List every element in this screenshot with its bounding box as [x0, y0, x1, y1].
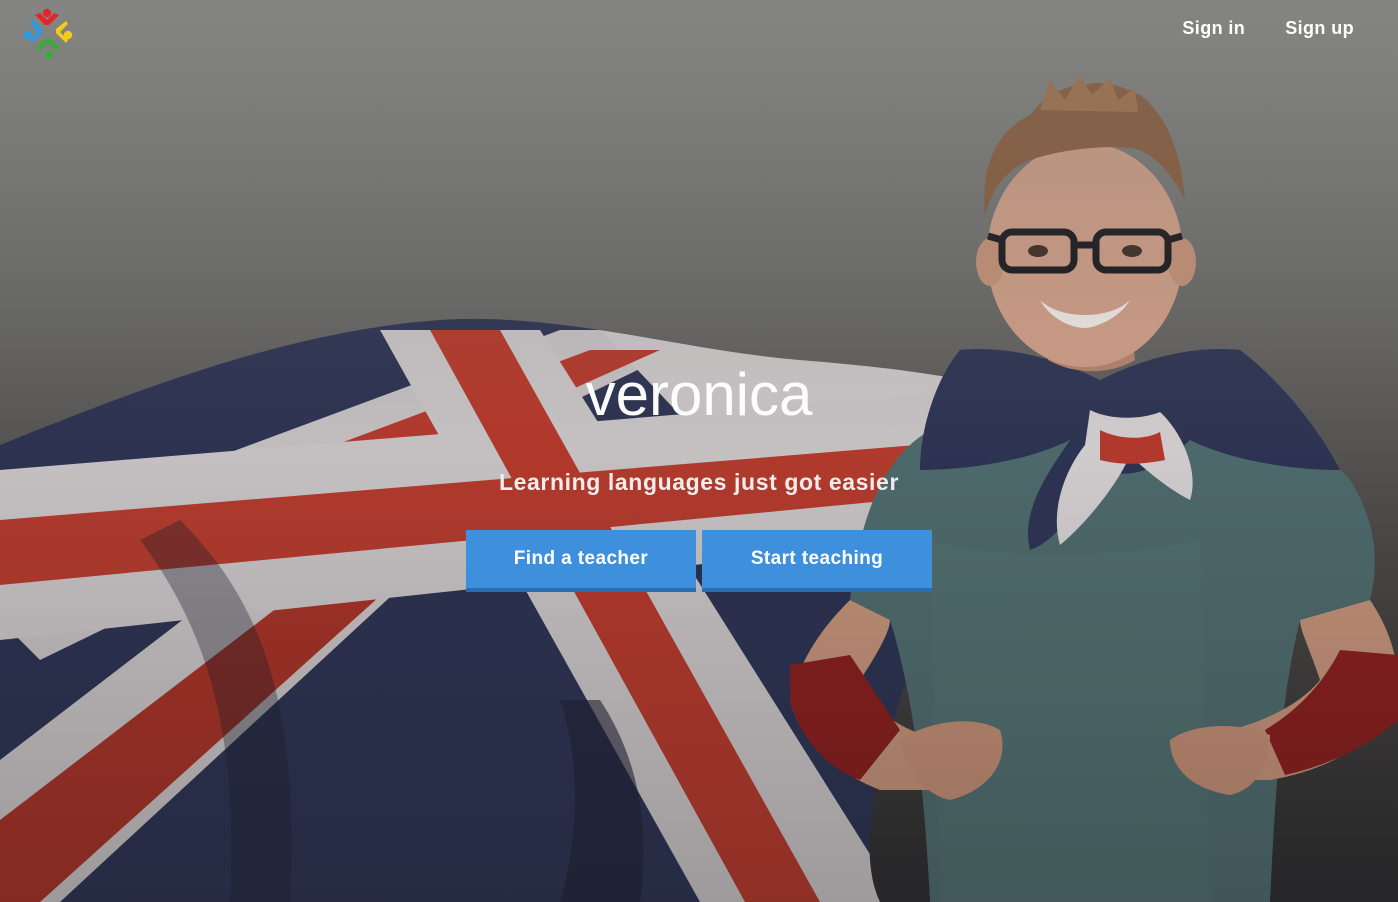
hero-section: Sign in Sign up veronica Learning langua…: [0, 0, 1398, 902]
sign-in-link[interactable]: Sign in: [1182, 18, 1245, 39]
top-bar: Sign in Sign up: [0, 0, 1398, 60]
find-teacher-button[interactable]: Find a teacher: [466, 530, 696, 592]
hero-content: veronica Learning languages just got eas…: [0, 358, 1398, 592]
cta-group: Find a teacher Start teaching: [0, 530, 1398, 592]
start-teaching-button[interactable]: Start teaching: [702, 530, 932, 592]
header-nav: Sign in Sign up: [1182, 18, 1354, 39]
tagline: Learning languages just got easier: [499, 469, 899, 495]
boy-face: [987, 143, 1183, 367]
brand-title: veronica: [585, 361, 813, 428]
logo-icon[interactable]: [22, 5, 76, 60]
sign-up-link[interactable]: Sign up: [1285, 18, 1354, 39]
